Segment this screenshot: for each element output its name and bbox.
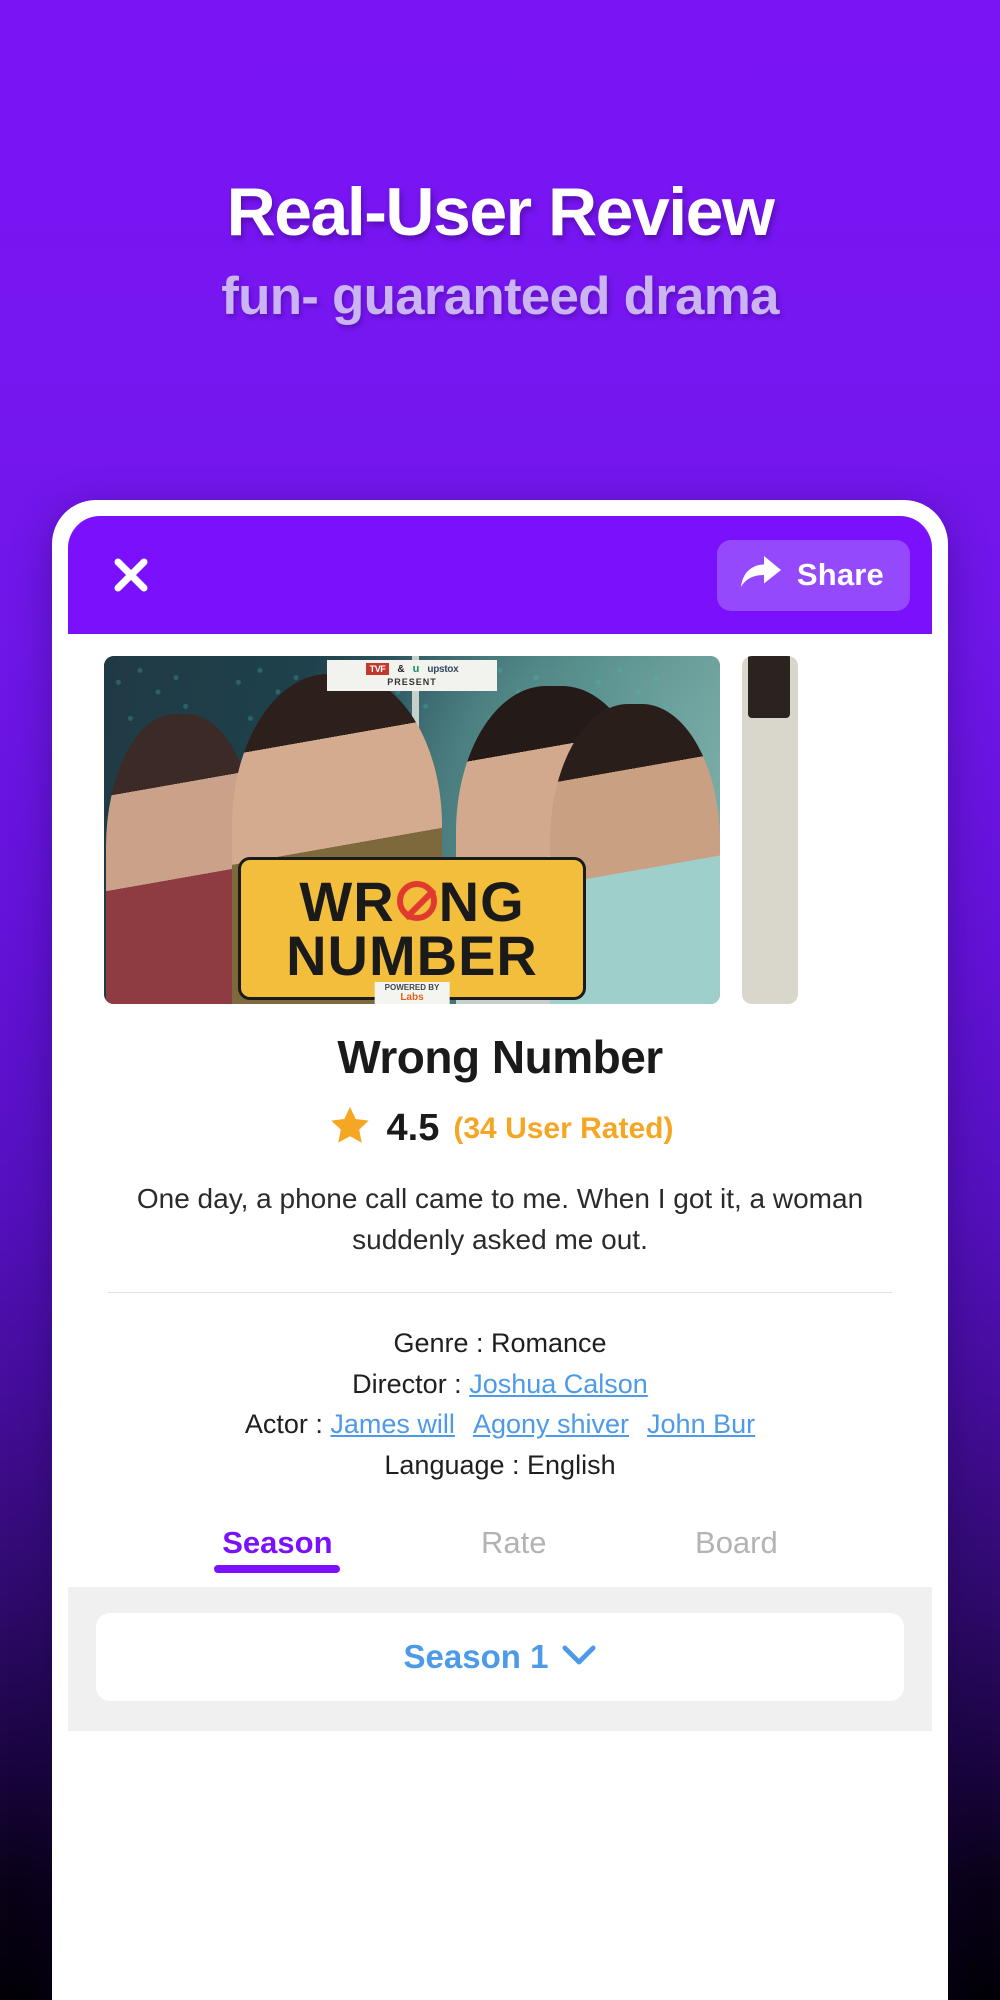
rating-value: 4.5 [386, 1107, 440, 1149]
movie-title: Wrong Number [337, 1031, 663, 1083]
rating-count: (34 User Rated) [453, 1111, 674, 1145]
meta-actor: Actor : James will Agony shiver John Bur [108, 1404, 892, 1445]
actor-link-3[interactable]: John Bur [647, 1409, 755, 1439]
poster-logo-ampersand: & [397, 663, 405, 675]
meta-language: Language : English [108, 1445, 892, 1486]
poster-logo-upstox: upstox [427, 663, 459, 675]
movie-synopsis: One day, a phone call came to me. When I… [136, 1183, 864, 1255]
phone-screen: Share TVF & u upstox PRESENT WR NG NUMBE… [68, 516, 932, 2000]
hero-section: Real-User Review fun- guaranteed drama [0, 0, 1000, 323]
poster-powered-by: POWERED BY Labs [374, 982, 450, 1004]
tab-season[interactable]: Season [222, 1525, 332, 1573]
no-entry-icon [396, 881, 437, 922]
meta-director: Director : Joshua Calson [108, 1364, 892, 1405]
poster-carousel[interactable]: TVF & u upstox PRESENT WR NG NUMBER POWE… [68, 634, 932, 1004]
poster-logo-tvf: TVF [365, 663, 390, 675]
poster-card-next-thumb [748, 656, 790, 718]
poster-logo-mark: u [412, 663, 420, 675]
season-select[interactable]: Season 1 [96, 1613, 904, 1702]
rating-row: 4.5 (34 User Rated) [108, 1104, 892, 1153]
meta-actor-label: Actor : [244, 1409, 331, 1440]
meta-director-label: Director : [352, 1368, 470, 1399]
poster-powered-by-brand: Labs [400, 992, 424, 1003]
close-button[interactable] [104, 548, 158, 602]
poster-present-word: PRESENT [387, 677, 437, 687]
movie-detail-section: Wrong Number 4.5 (34 User Rated) One day… [68, 1004, 932, 1573]
poster-title-wr: WR [299, 869, 395, 933]
detail-tabs: Season Rate Board [108, 1525, 892, 1573]
poster-card-next[interactable] [742, 656, 798, 1004]
meta-genre-label: Genre : [393, 1328, 491, 1359]
detail-divider [108, 1292, 892, 1294]
share-arrow-icon [739, 554, 783, 597]
season-panel: Season 1 [68, 1587, 932, 1732]
poster-title-plate: WR NG NUMBER [238, 856, 586, 1000]
phone-mockup: Share TVF & u upstox PRESENT WR NG NUMBE… [52, 500, 948, 2000]
close-icon [110, 554, 152, 596]
director-link[interactable]: Joshua Calson [469, 1369, 648, 1399]
app-top-bar: Share [68, 516, 932, 634]
meta-genre-value: Romance [490, 1328, 607, 1359]
actor-link-2[interactable]: Agony shiver [473, 1409, 629, 1439]
poster-card[interactable]: TVF & u upstox PRESENT WR NG NUMBER POWE… [104, 656, 720, 1004]
star-icon [327, 1104, 373, 1153]
meta-genre: Genre : Romance [108, 1323, 892, 1364]
meta-language-value: English [527, 1449, 616, 1480]
share-button-label: Share [796, 557, 884, 592]
actor-link-1[interactable]: James will [330, 1409, 455, 1439]
tab-rate[interactable]: Rate [481, 1525, 546, 1573]
page-root: Real-User Review fun- guaranteed drama S… [0, 0, 1000, 2000]
tab-board[interactable]: Board [695, 1525, 778, 1573]
meta-language-label: Language : [384, 1449, 528, 1480]
page-subtitle: fun- guaranteed drama [221, 267, 779, 326]
chevron-down-icon [562, 1643, 597, 1672]
poster-title-ng: NG [438, 869, 525, 933]
movie-meta: Genre : Romance Director : Joshua Calson… [108, 1323, 892, 1485]
page-title: Real-User Review [226, 174, 775, 250]
share-button[interactable]: Share [716, 539, 910, 611]
poster-present-banner: TVF & u upstox PRESENT [327, 660, 497, 691]
season-select-label: Season 1 [403, 1638, 549, 1676]
poster-powered-by-label: POWERED BY [384, 983, 440, 992]
poster-title-line-1: WR NG [249, 869, 575, 933]
poster-title-line-2: NUMBER [286, 924, 538, 988]
poster-present-logos: TVF & u upstox [365, 663, 459, 675]
